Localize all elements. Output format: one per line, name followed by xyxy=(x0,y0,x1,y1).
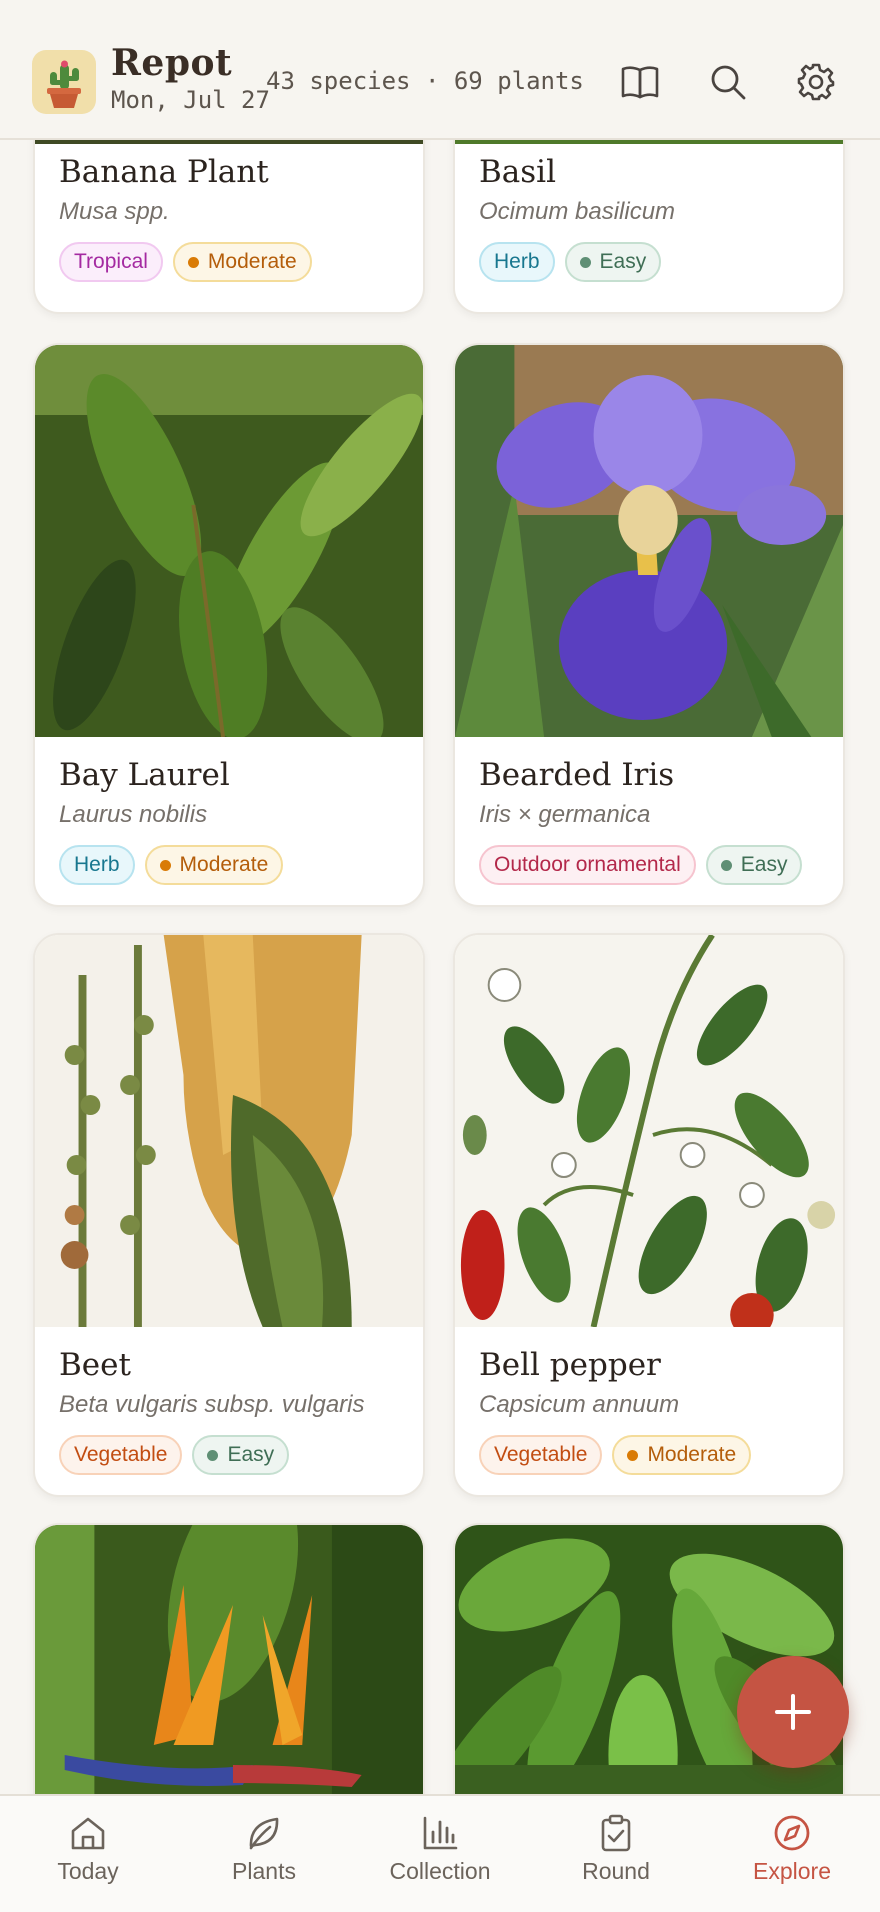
category-tag: Herb xyxy=(59,845,135,885)
difficulty-dot-icon xyxy=(579,256,591,268)
plant-name: Bay Laurel xyxy=(59,757,230,793)
collection-stats: 43 species · 69 plants xyxy=(266,67,584,95)
nav-label: Round xyxy=(582,1858,650,1884)
compass-icon xyxy=(774,1815,810,1851)
leaf-icon xyxy=(249,1817,279,1850)
bottom-navigation: Today Plants Collection Round Explore xyxy=(0,1794,880,1912)
plant-scientific-name: Beta vulgaris subsp. vulgaris xyxy=(59,1391,365,1418)
nav-item-today[interactable]: Today xyxy=(0,1796,176,1912)
cactus-pot-icon xyxy=(47,60,81,108)
add-plant-button[interactable] xyxy=(737,1656,849,1768)
category-tag: Herb xyxy=(479,242,555,282)
plant-card-bearded-iris[interactable]: Bearded Iris Iris × germanica Outdoor or… xyxy=(453,343,845,907)
nav-item-plants[interactable]: Plants xyxy=(176,1796,352,1912)
difficulty-tag: Moderate xyxy=(172,242,312,282)
nav-label: Today xyxy=(57,1858,119,1884)
app-logo[interactable] xyxy=(32,50,96,114)
category-tag: Vegetable xyxy=(479,1435,603,1475)
plant-name: Basil xyxy=(479,154,557,190)
plant-card-beet[interactable]: Beet Beta vulgaris subsp. vulgaris Veget… xyxy=(33,933,425,1497)
tag-list: Vegetable Easy xyxy=(59,1435,290,1475)
bar-chart-icon xyxy=(423,1816,458,1850)
category-tag: Outdoor ornamental xyxy=(479,845,696,885)
home-icon xyxy=(71,1817,105,1850)
nav-item-collection[interactable]: Collection xyxy=(352,1796,528,1912)
clipboard-check-icon xyxy=(601,1814,631,1852)
difficulty-dot-icon xyxy=(159,859,171,871)
bearded-iris-image xyxy=(455,345,843,737)
nav-label: Explore xyxy=(753,1858,831,1884)
tag-list: Outdoor ornamental Easy xyxy=(479,845,803,885)
search-icon[interactable] xyxy=(707,61,749,103)
plant-scientific-name: Laurus nobilis xyxy=(59,801,208,828)
nav-label: Collection xyxy=(389,1858,491,1884)
difficulty-dot-icon xyxy=(627,1449,639,1461)
plant-card-bell-pepper[interactable]: Bell pepper Capsicum annuum Vegetable Mo… xyxy=(453,933,845,1497)
tag-list: Herb Easy xyxy=(479,242,662,282)
difficulty-tag: Easy xyxy=(564,242,662,282)
bell-pepper-image xyxy=(455,935,843,1327)
beet-image xyxy=(35,935,423,1327)
plant-name: Bearded Iris xyxy=(479,757,675,793)
app-title: Repot xyxy=(111,42,233,84)
difficulty-tag: Moderate xyxy=(144,845,284,885)
difficulty-tag: Moderate xyxy=(612,1435,752,1475)
tag-list: Vegetable Moderate xyxy=(479,1435,752,1475)
plant-grid: Banana Plant Musa spp. Tropical Moderate… xyxy=(0,0,880,1912)
difficulty-tag: Easy xyxy=(705,845,803,885)
app-header: Repot Mon, Jul 27 43 species · 69 plants xyxy=(0,0,880,140)
gear-icon[interactable] xyxy=(795,61,837,103)
plant-scientific-name: Capsicum annuum xyxy=(479,1391,680,1418)
plant-name: Banana Plant xyxy=(59,154,269,190)
current-date: Mon, Jul 27 xyxy=(111,86,270,114)
category-tag: Vegetable xyxy=(59,1435,183,1475)
category-tag: Tropical xyxy=(59,242,163,282)
plant-name: Bell pepper xyxy=(479,1347,661,1383)
tag-list: Herb Moderate xyxy=(59,845,284,885)
difficulty-dot-icon xyxy=(187,256,199,268)
difficulty-dot-icon xyxy=(720,859,732,871)
plant-name: Beet xyxy=(59,1347,131,1383)
difficulty-dot-icon xyxy=(207,1449,219,1461)
book-icon[interactable] xyxy=(619,61,661,103)
nav-item-explore[interactable]: Explore xyxy=(704,1796,880,1912)
nav-label: Plants xyxy=(232,1858,296,1884)
plant-scientific-name: Musa spp. xyxy=(59,198,170,225)
plus-icon xyxy=(775,1694,811,1730)
plant-card-bay-laurel[interactable]: Bay Laurel Laurus nobilis Herb Moderate xyxy=(33,343,425,907)
tag-list: Tropical Moderate xyxy=(59,242,312,282)
plant-scientific-name: Iris × germanica xyxy=(479,801,651,828)
plant-scientific-name: Ocimum basilicum xyxy=(479,198,676,225)
difficulty-tag: Easy xyxy=(192,1435,290,1475)
bay-laurel-image xyxy=(35,345,423,737)
nav-item-round[interactable]: Round xyxy=(528,1796,704,1912)
